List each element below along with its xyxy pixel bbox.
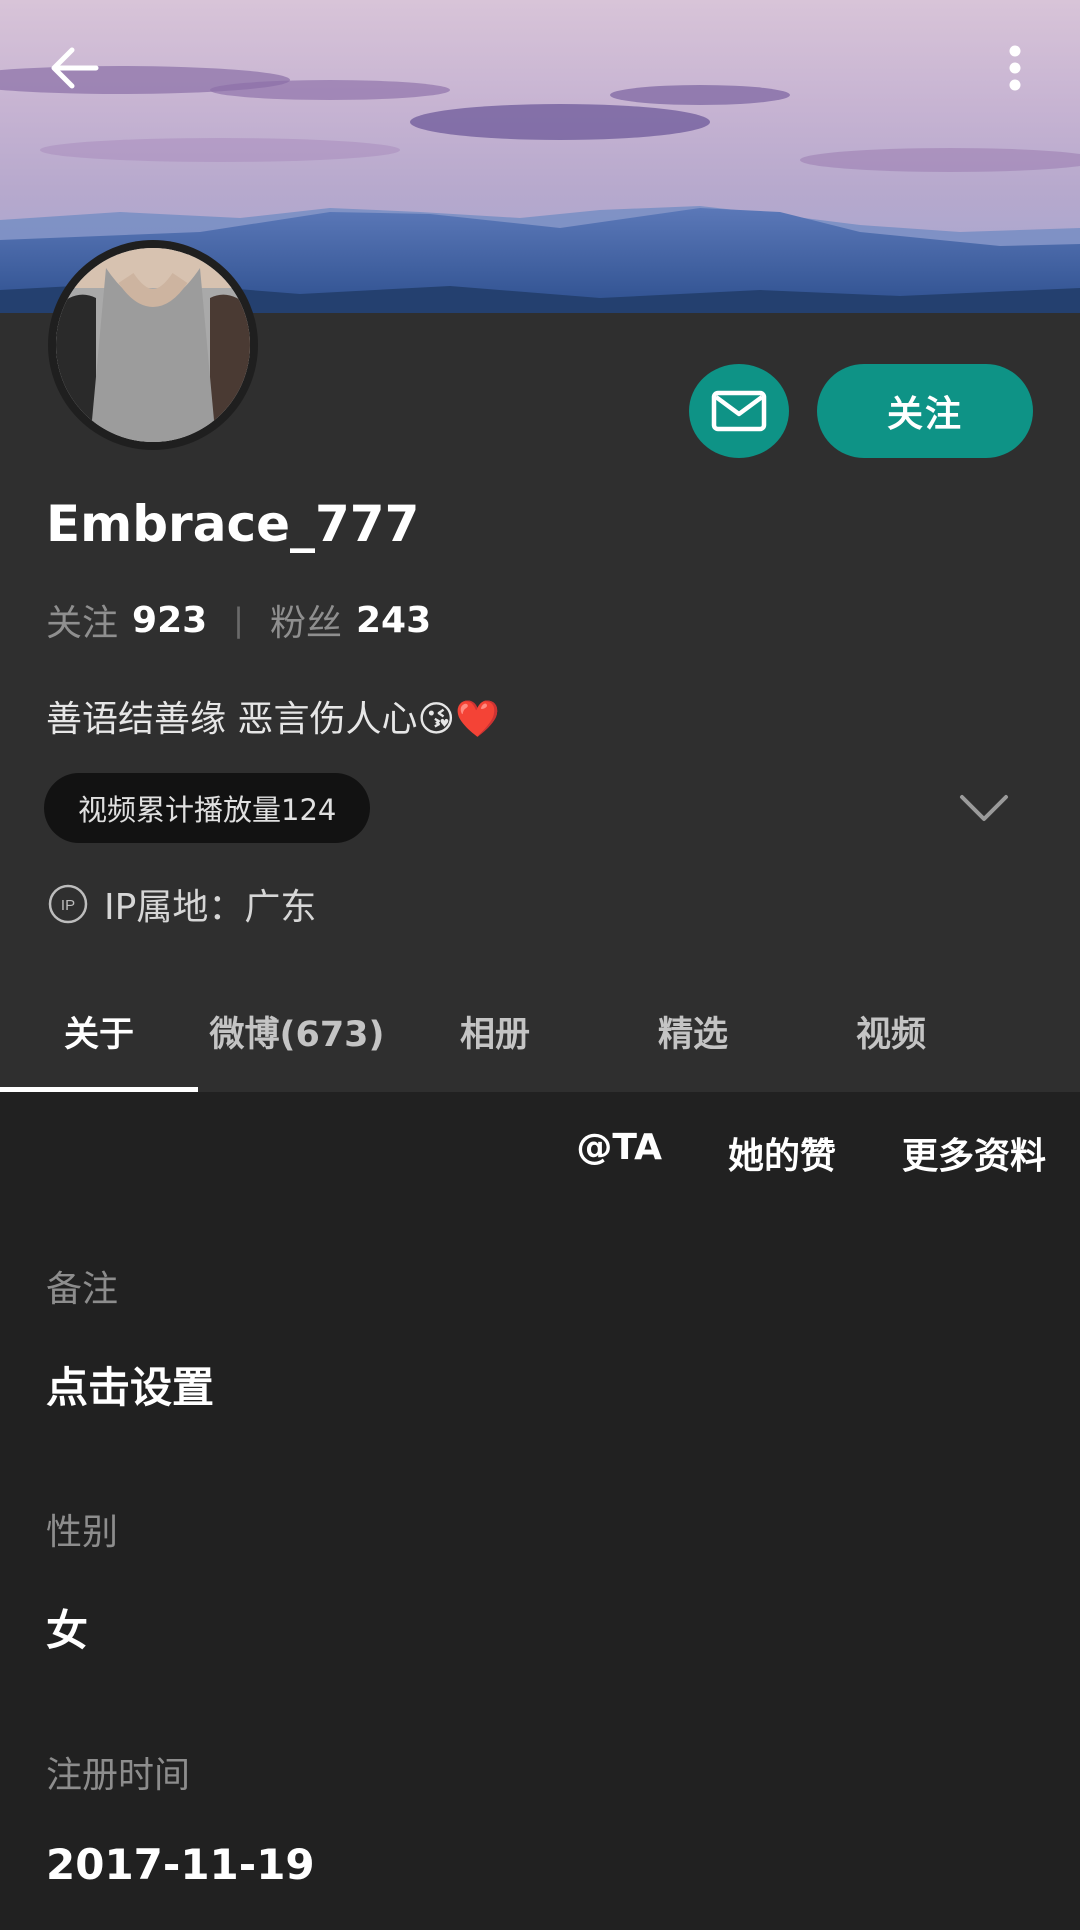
fans-count[interactable]: 243	[356, 600, 431, 641]
video-play-count-badge[interactable]: 视频累计播放量124	[44, 773, 371, 843]
gender-value: 女	[46, 1606, 89, 1655]
register-time-label: 注册时间	[46, 1755, 191, 1796]
tab-album[interactable]: 相册	[396, 970, 594, 1092]
more-info-link[interactable]: 更多资料	[902, 1127, 1046, 1179]
avatar[interactable]	[48, 240, 258, 450]
mention-link[interactable]: @TA	[576, 1127, 662, 1179]
profile-tabs: 关于 微博(673) 相册 精选 视频	[0, 970, 1080, 1092]
tab-weibo[interactable]: 微博(673)	[198, 970, 396, 1092]
tab-featured[interactable]: 精选	[594, 970, 792, 1092]
tab-video[interactable]: 视频	[792, 970, 990, 1092]
expand-button[interactable]	[958, 786, 1010, 830]
fans-label[interactable]: 粉丝	[270, 594, 342, 646]
back-button[interactable]	[44, 38, 104, 98]
arrow-left-icon	[51, 47, 99, 89]
active-tab-indicator	[0, 1087, 198, 1092]
chevron-down-icon	[960, 795, 1008, 821]
about-sublinks: @TA 她的赞 更多资料	[576, 1127, 1046, 1179]
following-count[interactable]: 923	[132, 600, 207, 641]
more-options-button[interactable]	[990, 38, 1040, 98]
tab-about[interactable]: 关于	[0, 970, 198, 1092]
following-label[interactable]: 关注	[46, 594, 118, 646]
bio-text: 善语结善缘 恶言伤人心😘❤️	[46, 699, 500, 740]
message-button[interactable]	[689, 364, 789, 458]
svg-text:IP: IP	[61, 897, 75, 914]
register-time-value: 2017-11-19	[46, 1840, 315, 1889]
ip-location-text: IP属地：广东	[104, 887, 317, 928]
ip-location-row: IP IP属地：广东	[48, 878, 316, 930]
stats-separator: |	[233, 601, 244, 639]
her-likes-link[interactable]: 她的赞	[728, 1127, 836, 1179]
remark-value[interactable]: 点击设置	[46, 1354, 214, 1415]
follow-stats: 关注 923 | 粉丝 243	[46, 594, 431, 646]
mail-icon	[711, 390, 767, 432]
username: Embrace_777	[46, 495, 420, 553]
follow-button[interactable]: 关注	[817, 364, 1033, 458]
ip-icon: IP	[48, 884, 88, 924]
remark-label: 备注	[46, 1269, 119, 1310]
gender-label: 性别	[46, 1512, 119, 1553]
avatar-image	[56, 248, 250, 442]
more-vertical-icon	[1009, 45, 1021, 91]
